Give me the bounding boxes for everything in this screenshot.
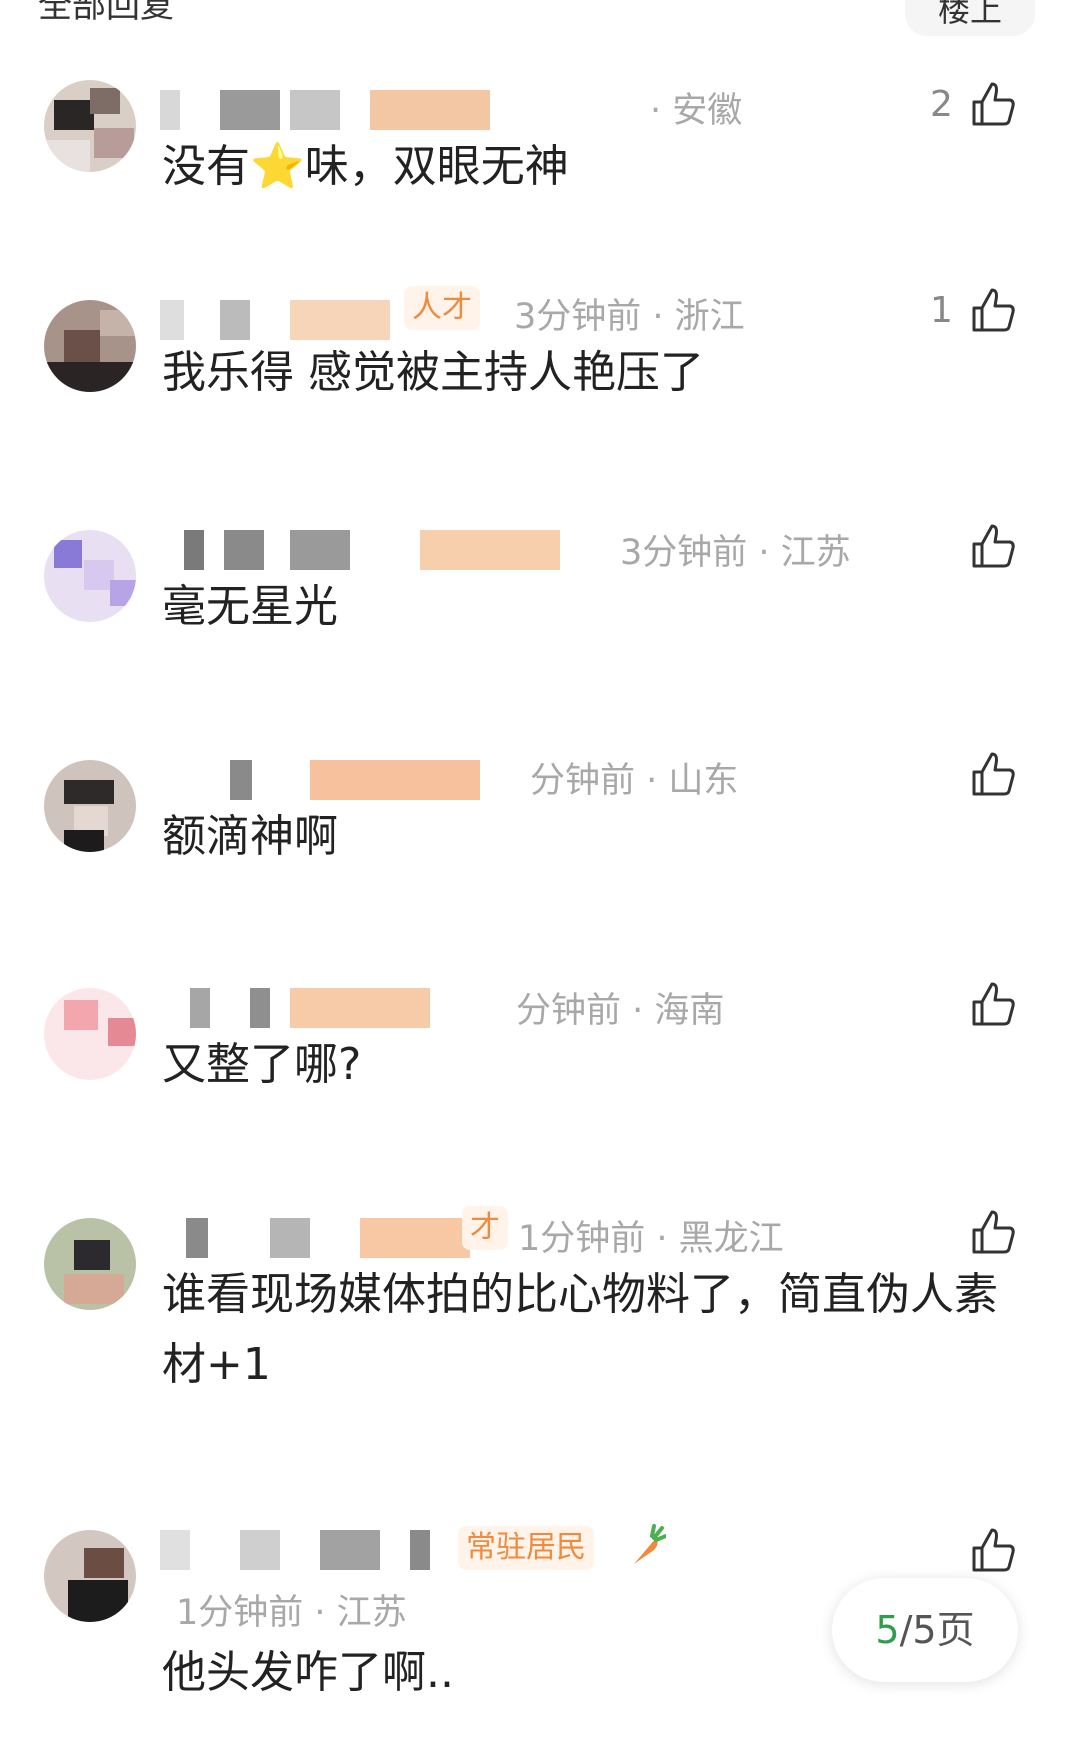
page-indicator-button[interactable]: 5/5页 [832,1578,1018,1682]
like-count: 1 [930,290,953,331]
star-emoji: ⭐ [250,141,305,192]
total-pages: /5页 [899,1608,975,1652]
blurred-username[interactable] [160,530,600,570]
comment-meta: 3分钟前 · 浙江 [514,297,745,337]
comment-meta: 分钟前 · 海南 [516,991,725,1031]
user-tag: 人才 [404,286,480,330]
like-count: 2 [930,84,953,125]
blurred-username[interactable] [160,1218,480,1258]
thumbs-up-icon[interactable] [968,980,1016,1028]
comment-text: 又整了哪? [162,1039,362,1090]
thumbs-up-icon[interactable] [968,1526,1016,1574]
avatar[interactable] [44,300,136,392]
avatar[interactable] [44,1218,136,1310]
avatar[interactable] [44,988,136,1080]
comment-meta: · 安徽 [650,91,743,131]
comment-meta: 1分钟前 · 江苏 [176,1593,407,1633]
comment-text: 我乐得 感觉被主持人艳压了 [162,347,704,398]
carrot-icon [626,1524,668,1568]
blurred-username[interactable] [160,760,490,800]
section-title: 全部回复 [38,0,174,26]
thumbs-up-icon[interactable] [968,522,1016,570]
comment-text: 谁看现场媒体拍的比心物料了，简直伪人素材+1 [162,1269,998,1390]
blurred-username[interactable] [160,300,390,340]
comment-text: 额滴神啊 [162,811,338,862]
thumbs-up-icon[interactable] [968,1208,1016,1256]
avatar[interactable] [44,80,136,172]
blurred-username[interactable] [160,1530,450,1570]
avatar[interactable] [44,1530,136,1622]
comment-text: 毫无星光 [162,581,338,632]
user-tag: 常驻居民 [458,1526,594,1570]
avatar[interactable] [44,760,136,852]
blurred-username[interactable] [160,988,460,1028]
thumbs-up-icon[interactable] [968,286,1016,334]
current-page: 5 [875,1608,900,1652]
comment-text: 没有⭐味，双眼无神 [162,141,569,192]
avatar[interactable] [44,530,136,622]
comment-meta: 3分钟前 · 江苏 [620,533,851,573]
user-tag: 才 [462,1206,508,1250]
goto-top-button[interactable]: 楼上 [905,0,1035,36]
comment-meta: 1分钟前 · 黑龙江 [518,1219,784,1259]
blurred-username[interactable] [160,90,490,130]
thumbs-up-icon[interactable] [968,80,1016,128]
reply-header: 全部回复 楼上 [0,0,1080,40]
thumbs-up-icon[interactable] [968,750,1016,798]
comment-meta: 分钟前 · 山东 [530,761,739,801]
